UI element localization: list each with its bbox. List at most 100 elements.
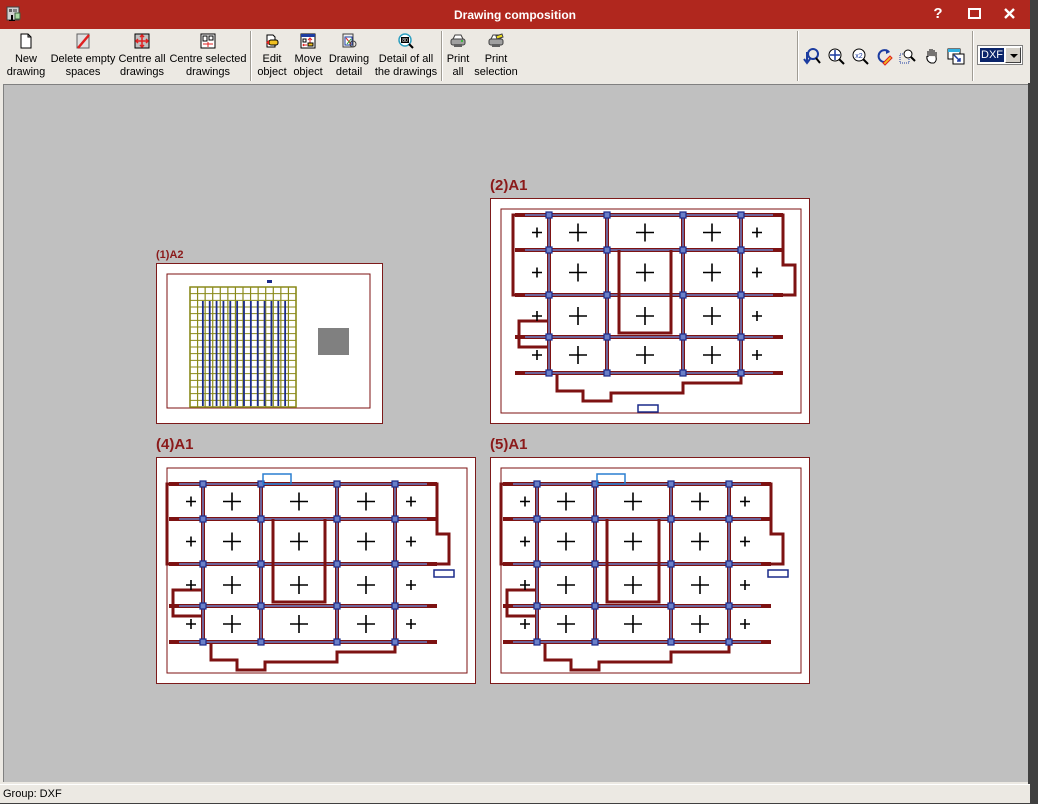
window-swap-button[interactable] bbox=[946, 46, 966, 66]
column bbox=[533, 602, 541, 610]
slab-cross-mark bbox=[186, 536, 196, 547]
slab-cross-mark bbox=[357, 492, 375, 511]
move-object-button[interactable]: Move object bbox=[290, 29, 326, 83]
column bbox=[545, 291, 553, 299]
drawing-detail-button[interactable]: Drawing detail bbox=[327, 29, 371, 83]
sheet-label: (4)A1 bbox=[156, 436, 194, 453]
maximize-button[interactable] bbox=[962, 4, 986, 24]
slab-cross-mark bbox=[740, 536, 750, 547]
sheet-label: (1)A2 bbox=[156, 249, 184, 261]
detail-all-icon: 80 bbox=[398, 33, 414, 49]
print-selection-button[interactable]: Print selection bbox=[473, 29, 519, 83]
column bbox=[679, 333, 687, 341]
sheet-drawing bbox=[165, 467, 468, 674]
slab-cross-mark bbox=[703, 223, 721, 242]
edit-object-button[interactable]: Edit object bbox=[255, 29, 289, 83]
centre-all-drawings-button[interactable]: Centre all drawings bbox=[116, 29, 168, 83]
column bbox=[391, 638, 399, 646]
toolbar: New drawing Delete empty spaces Centre all… bbox=[0, 29, 1030, 83]
redraw-button[interactable] bbox=[802, 46, 822, 66]
slab-cross-mark bbox=[557, 492, 575, 511]
column bbox=[725, 638, 733, 646]
zoom-window-button[interactable] bbox=[898, 46, 918, 66]
column bbox=[533, 560, 541, 568]
delete-empty-spaces-button[interactable]: Delete empty spaces bbox=[50, 29, 116, 83]
slab-cross-mark bbox=[624, 532, 642, 551]
help-button[interactable]: ? bbox=[926, 4, 950, 24]
slab-cross-mark bbox=[290, 532, 308, 551]
print-all-label: Print all bbox=[446, 53, 470, 78]
column bbox=[725, 602, 733, 610]
slab-cross-mark bbox=[624, 615, 642, 633]
slab-cross-mark bbox=[569, 346, 587, 364]
print-all-button[interactable]: Print all bbox=[444, 29, 472, 83]
drawing-composition-window: Drawing composition ? New drawing Delete … bbox=[0, 0, 1030, 803]
slab-cross-mark bbox=[752, 350, 762, 360]
zoom-all-icon bbox=[828, 48, 845, 65]
slab-cross-mark bbox=[223, 532, 241, 551]
column bbox=[737, 291, 745, 299]
column bbox=[533, 515, 541, 523]
slab-cross-mark bbox=[557, 532, 575, 551]
column bbox=[257, 638, 265, 646]
column bbox=[333, 480, 341, 488]
title-block bbox=[767, 569, 789, 578]
print-selection-label: Print selection bbox=[474, 53, 518, 78]
centre-selected-drawings-button[interactable]: Centre selected drawings bbox=[169, 29, 247, 83]
drawing-sheet[interactable] bbox=[490, 198, 810, 424]
group-select[interactable]: DXF bbox=[977, 45, 1023, 65]
toolbar-separator bbox=[250, 31, 252, 81]
slab-cross-mark bbox=[624, 576, 642, 594]
title-block bbox=[637, 404, 659, 413]
chevron-down-icon[interactable] bbox=[1005, 47, 1021, 63]
column bbox=[333, 515, 341, 523]
column bbox=[545, 211, 553, 219]
group-select-value: DXF bbox=[980, 48, 1004, 62]
column bbox=[603, 211, 611, 219]
column bbox=[667, 560, 675, 568]
slab-cross-mark bbox=[223, 615, 241, 633]
column bbox=[725, 480, 733, 488]
column bbox=[545, 369, 553, 377]
drawing-sheet[interactable] bbox=[156, 263, 383, 424]
sheet-drawing bbox=[166, 273, 371, 409]
centre-all-drawings-label: Centre all drawings bbox=[118, 53, 166, 78]
slab-cross-mark bbox=[703, 346, 721, 364]
centre-selected-drawings-label: Centre selected drawings bbox=[169, 53, 247, 78]
column bbox=[679, 211, 687, 219]
column bbox=[391, 560, 399, 568]
slab-cross-mark bbox=[520, 619, 530, 629]
sheet-drawing bbox=[500, 208, 802, 414]
new-drawing-button[interactable]: New drawing bbox=[2, 29, 50, 83]
close-button[interactable] bbox=[998, 4, 1022, 24]
composition-canvas[interactable]: (1)A2 (2)A1 (4)A1 (5)A1 bbox=[3, 84, 1028, 782]
column bbox=[199, 602, 207, 610]
slab-cross-mark bbox=[691, 532, 709, 551]
zoom-window-icon bbox=[899, 49, 916, 64]
column bbox=[591, 560, 599, 568]
column bbox=[737, 369, 745, 377]
column bbox=[737, 333, 745, 341]
pan-button[interactable] bbox=[922, 46, 942, 66]
zoom-x2-icon: x2 bbox=[852, 48, 869, 65]
column bbox=[679, 369, 687, 377]
drawing-sheet[interactable] bbox=[490, 457, 810, 684]
centre-all-icon bbox=[134, 33, 150, 49]
column bbox=[391, 602, 399, 610]
slab-cross-mark bbox=[186, 619, 196, 629]
delete-slash-icon bbox=[76, 33, 90, 49]
slab-cross-mark bbox=[520, 496, 530, 507]
regenerate-icon bbox=[877, 49, 893, 66]
column bbox=[725, 560, 733, 568]
column bbox=[257, 602, 265, 610]
slab-cross-mark bbox=[406, 580, 416, 590]
zoom-x2-button[interactable]: x2 bbox=[850, 46, 870, 66]
slab-cross-mark bbox=[557, 615, 575, 633]
column bbox=[679, 246, 687, 254]
zoom-all-button[interactable] bbox=[826, 46, 846, 66]
drawing-sheet[interactable] bbox=[156, 457, 476, 684]
slab-cross-mark bbox=[532, 267, 542, 278]
column bbox=[603, 369, 611, 377]
regenerate-button[interactable] bbox=[874, 46, 894, 66]
detail-all-drawings-button[interactable]: 80 Detail of all the drawings bbox=[373, 29, 439, 83]
